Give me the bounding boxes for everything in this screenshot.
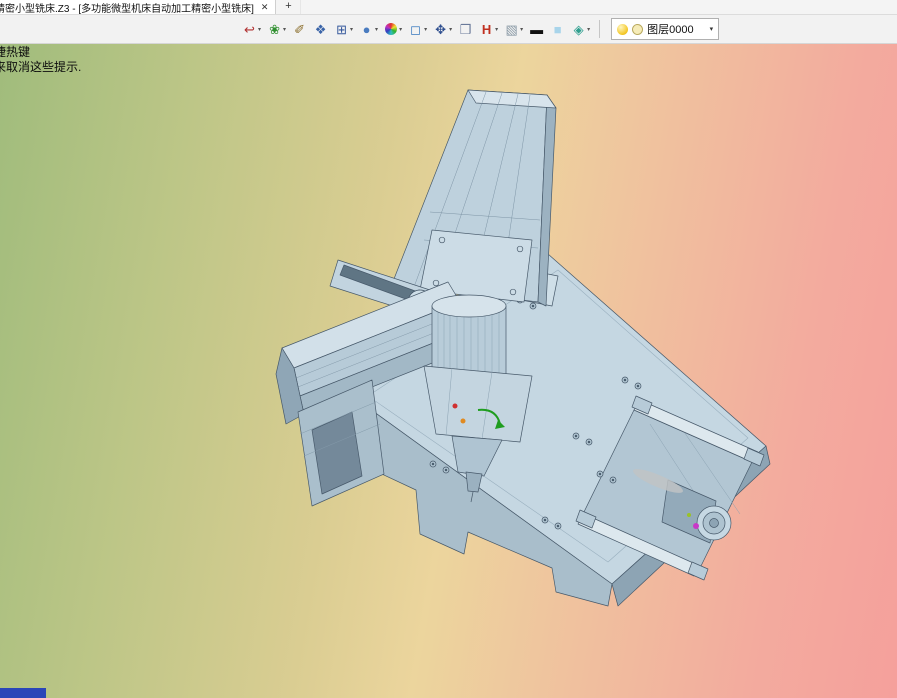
pen-icon: ✐ [294,21,305,37]
move-dropdown-caret[interactable]: ▾ [449,26,452,33]
tab-bar: 精密小型铣床.Z3 - [多功能微型机床自动加工精密小型铣床] ✕ + [0,0,897,15]
color-wheel-icon [385,23,398,35]
section-frame-button[interactable]: ◻ ▾ [406,18,429,40]
image-plane-button[interactable]: ❒ [456,18,475,40]
layers-icon: ◈ [573,21,584,37]
shaded-sphere-button[interactable]: ● ▾ [357,18,380,40]
export-button[interactable]: ↩ ▾ [240,18,263,40]
section-frame-icon: ◻ [410,21,421,37]
main-toolbar: ↩ ▾ ❀ ▾ ✐ ❖ ⊞ ▾ ● ▾ ▾ ◻ ▾ ✥ ▾ ❒ H ▾ ▧ ▾ … [0,15,897,44]
line-width-icon: ▬ [530,21,544,37]
hint-line-2: 来取消这些提示. [0,60,82,74]
render-button[interactable]: ❀ ▾ [265,18,288,40]
render-dropdown-caret[interactable]: ▾ [283,26,286,33]
solid-cube-icon: ❖ [314,21,327,37]
gray-box-button[interactable]: ▧ ▾ [502,18,525,40]
color-wheel-button[interactable]: ▾ [382,18,404,40]
layer-dropdown-caret[interactable]: ▾ [710,25,714,33]
toolbar-separator [599,20,601,38]
color-wheel-dropdown-caret[interactable]: ▾ [399,26,402,33]
gray-box-dropdown-caret[interactable]: ▾ [520,26,523,33]
3d-viewport[interactable]: 捷热键 来取消这些提示. [0,44,897,698]
render-icon: ❀ [269,21,280,37]
document-tab[interactable]: 精密小型铣床.Z3 - [多功能微型机床自动加工精密小型铣床] ✕ [0,0,277,15]
sphere-dropdown-caret[interactable]: ▾ [375,26,378,33]
viewport-hint-text: 捷热键 来取消这些提示. [0,45,81,75]
gray-box-icon: ▧ [505,21,518,37]
layers-dropdown-caret[interactable]: ▾ [587,26,590,33]
beam-dropdown-caret[interactable]: ▾ [495,26,498,33]
image-plane-icon: ❒ [459,21,472,37]
tab-title: 精密小型铣床.Z3 - [多功能微型机床自动加工精密小型铣床] [0,3,254,15]
pen-button[interactable]: ✐ [290,18,309,40]
boolean-cube-button[interactable]: ⊞ ▾ [332,18,355,40]
export-icon: ↩ [244,21,255,37]
face-color-icon: ■ [553,21,562,37]
layer-name: 图层0000 [647,24,694,36]
line-width-button[interactable]: ▬ [527,18,546,40]
solid-cube-button[interactable]: ❖ [311,18,330,40]
move-button[interactable]: ✥ ▾ [431,18,454,40]
section-dropdown-caret[interactable]: ▾ [424,26,427,33]
lightbulb-icon[interactable] [617,23,629,35]
shaded-sphere-icon: ● [362,21,371,37]
boolean-dropdown-caret[interactable]: ▾ [350,26,353,33]
beam-button[interactable]: H ▾ [477,18,500,40]
tab-close-icon[interactable]: ✕ [261,2,269,13]
layer-control-group: 图层0000 ▾ [611,18,720,40]
layers-button[interactable]: ◈ ▾ [569,18,592,40]
face-color-button[interactable]: ■ [548,18,567,40]
new-tab-button[interactable]: + [276,0,302,14]
boolean-cube-icon: ⊞ [336,21,347,37]
bottom-left-fragment [0,688,46,698]
beam-icon: H [481,21,492,37]
export-dropdown-caret[interactable]: ▾ [258,26,261,33]
hint-line-1: 捷热键 [0,45,31,59]
milling-machine-model [275,89,771,607]
layer-color-icon[interactable] [632,23,644,35]
move-icon: ✥ [435,21,447,37]
